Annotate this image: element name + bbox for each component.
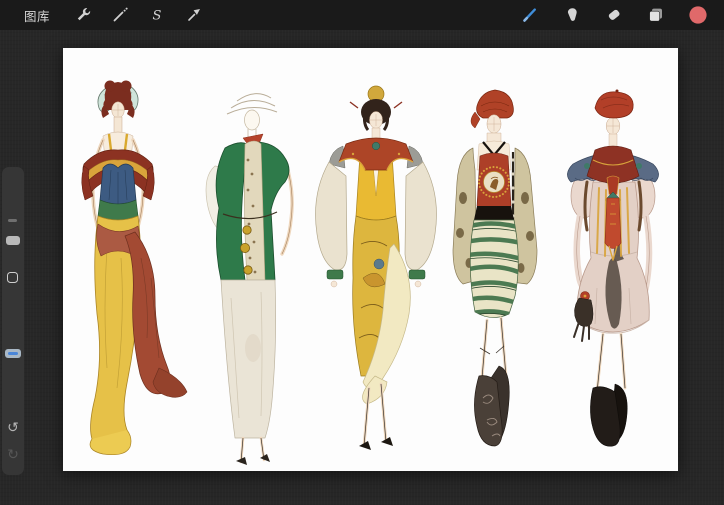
toolbar-right-group	[520, 5, 708, 25]
layers-button[interactable]	[646, 5, 666, 25]
selection-s-icon: S	[148, 6, 166, 24]
smudge-icon	[563, 6, 581, 24]
figure-2	[206, 94, 292, 465]
size-memory-tick	[8, 219, 17, 222]
erase-tool-button[interactable]	[604, 5, 624, 25]
redo-button[interactable]: ↻	[2, 446, 24, 462]
gallery-button[interactable]: 图库	[24, 6, 50, 25]
figure-4	[453, 90, 537, 446]
brush-sidebar: ↺ ↻	[2, 167, 24, 475]
brush-size-handle[interactable]	[6, 236, 20, 245]
undo-button[interactable]: ↺	[2, 419, 24, 435]
fashion-artwork	[63, 48, 678, 471]
opacity-handle[interactable]	[5, 349, 21, 358]
opacity-handle-bar	[8, 352, 18, 355]
paint-tool-button[interactable]	[520, 5, 540, 25]
adjustments-button[interactable]	[110, 5, 130, 25]
wrench-icon	[74, 6, 92, 24]
transform-arrow-icon	[185, 6, 203, 24]
color-button[interactable]	[688, 5, 708, 25]
figure-1	[82, 81, 187, 455]
brush-icon	[521, 6, 539, 24]
smudge-tool-button[interactable]	[562, 5, 582, 25]
magic-wand-icon	[111, 6, 129, 24]
modify-button[interactable]	[7, 272, 18, 283]
layers-icon	[647, 6, 665, 24]
transform-button[interactable]	[184, 5, 204, 25]
svg-text:S: S	[153, 9, 162, 24]
top-toolbar: 图库 S	[0, 0, 724, 30]
figure-5	[567, 90, 658, 447]
drawing-canvas[interactable]	[63, 48, 678, 471]
opacity-slider[interactable]	[2, 317, 24, 377]
actions-button[interactable]	[73, 5, 93, 25]
color-swatch	[688, 5, 708, 25]
eraser-icon	[605, 6, 623, 24]
selection-button[interactable]: S	[147, 5, 167, 25]
figure-3	[316, 86, 437, 450]
toolbar-left-group: 图库 S	[24, 5, 204, 25]
